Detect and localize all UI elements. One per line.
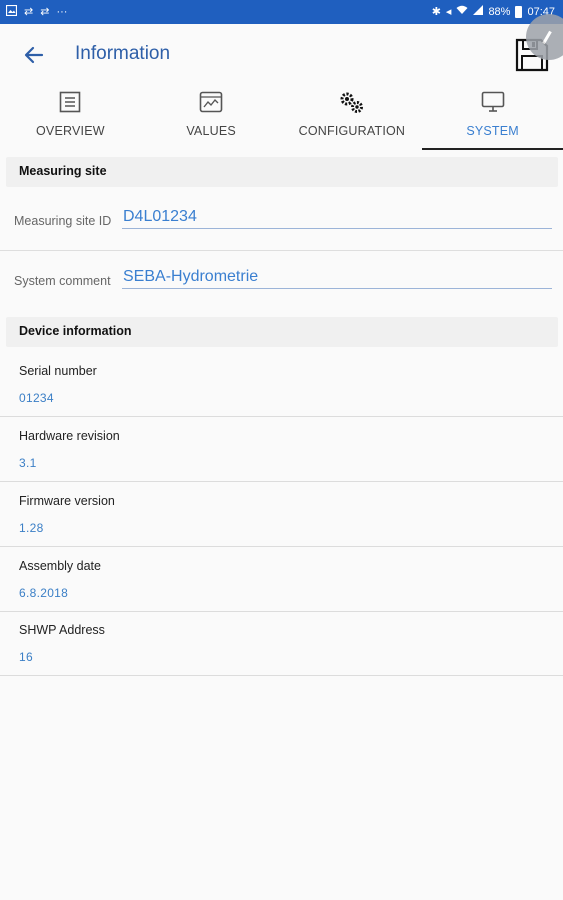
sync-icon: ⇄	[24, 6, 34, 18]
assembly-date-label: Assembly date	[19, 559, 101, 573]
firmware-version-value: 1.28	[19, 521, 44, 535]
wifi-icon	[456, 5, 468, 19]
battery-percent: 88%	[488, 5, 511, 18]
serial-number-label: Serial number	[19, 364, 97, 378]
tab-system-label: SYSTEM	[466, 124, 519, 138]
firmware-version-label: Firmware version	[19, 494, 115, 508]
system-comment-input[interactable]	[122, 265, 552, 289]
monitor-icon	[481, 91, 504, 112]
arrow-left-icon	[24, 46, 44, 64]
section-header-measuring-site: Measuring site	[6, 157, 558, 187]
list-icon	[60, 91, 81, 113]
battery-icon	[515, 6, 523, 18]
measuring-site-id-input[interactable]	[122, 205, 552, 229]
signal-icon	[473, 5, 484, 19]
tab-overview[interactable]: OVERVIEW	[0, 86, 141, 150]
divider	[0, 250, 563, 251]
gears-icon	[340, 92, 363, 113]
section-header-label: Measuring site	[19, 164, 107, 178]
list-item-hardware-revision: Hardware revision 3.1	[0, 417, 563, 482]
list-item-assembly-date: Assembly date 6.8.2018	[0, 547, 563, 612]
gallery-icon	[5, 4, 18, 20]
list-item-shwp-address: SHWP Address 16	[0, 611, 563, 676]
shwp-address-value: 16	[19, 650, 33, 664]
sync-icon: ⇄	[40, 6, 50, 18]
measuring-site-id-label: Measuring site ID	[14, 214, 112, 228]
tab-system[interactable]: SYSTEM	[422, 86, 563, 150]
more-icon: ···	[56, 6, 68, 18]
tab-bar: OVERVIEW VALUES CONFIGURATION SYSTEM	[0, 86, 563, 150]
tab-configuration-label: CONFIGURATION	[298, 124, 406, 138]
hardware-revision-value: 3.1	[19, 456, 37, 470]
list-item-serial-number: Serial number 01234	[0, 352, 563, 417]
tab-values[interactable]: VALUES	[141, 86, 282, 150]
section-header-label: Device information	[19, 324, 132, 338]
section-header-device-information: Device information	[6, 317, 558, 347]
hardware-revision-label: Hardware revision	[19, 429, 120, 443]
app-bar: Information	[0, 14, 563, 86]
tab-overview-label: OVERVIEW	[36, 124, 105, 138]
tab-configuration[interactable]: CONFIGURATION	[282, 86, 423, 150]
tab-values-label: VALUES	[186, 124, 236, 138]
active-tab-indicator	[422, 148, 563, 150]
bluetooth-icon: ✱	[431, 5, 441, 18]
shwp-address-label: SHWP Address	[19, 623, 105, 637]
status-bar-left: ⇄ ⇄ ···	[5, 4, 68, 20]
system-comment-label: System comment	[14, 274, 111, 288]
mute-icon: ◂	[445, 5, 452, 18]
serial-number-value: 01234	[19, 391, 54, 405]
chart-window-icon	[199, 91, 223, 113]
assembly-date-value: 6.8.2018	[19, 586, 69, 600]
status-bar: ⇄ ⇄ ··· ✱ ◂ 88% 07:47	[0, 0, 563, 24]
list-item-firmware-version: Firmware version 1.28	[0, 482, 563, 547]
back-button[interactable]	[16, 38, 52, 72]
page-title: Information	[75, 43, 171, 64]
